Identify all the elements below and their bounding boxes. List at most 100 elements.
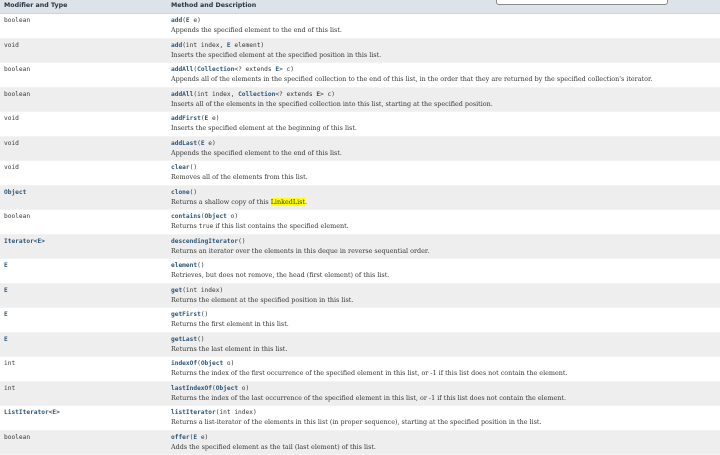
- description-text: Appends the specified element to the end…: [171, 26, 342, 34]
- table-row: Object clone() Returns a shallow copy of t…: [0, 185, 720, 210]
- method-description: Removes all of the elements from this li…: [170, 171, 720, 181]
- return-type: void: [4, 139, 19, 147]
- signature-text: e): [208, 115, 220, 122]
- method-description: Appends all of the elements in the speci…: [170, 73, 720, 83]
- method-name-link[interactable]: addAll: [171, 66, 193, 73]
- description-text: Returns a list-iterator of the elements …: [171, 418, 542, 426]
- type-link[interactable]: Object: [216, 385, 238, 392]
- method-description: Adds the specified element as the tail (…: [170, 441, 720, 451]
- description-text: if this list contains the specified elem…: [213, 222, 349, 230]
- return-type-link[interactable]: Object: [0, 186, 170, 196]
- table-row: boolean addAll(Collection<? extends E> c)…: [0, 62, 720, 88]
- description-text: .: [304, 197, 308, 206]
- description-text: Inserts the specified element at the spe…: [171, 50, 382, 59]
- method-description-cell: descendingIterator() Returns an iterator …: [170, 234, 720, 259]
- method-signature: addAll(int index, Collection<? extends E…: [170, 88, 720, 98]
- table-row: EgetLast() Returns the last element in th…: [0, 332, 720, 357]
- method-description-cell: addLast(E e) Appends the specified elemen…: [170, 136, 720, 161]
- method-description: Inserts the specified element at the beg…: [170, 122, 720, 132]
- return-type: int: [4, 384, 16, 392]
- modifier-type-cell: void: [0, 136, 170, 161]
- return-type-link[interactable]: E: [0, 259, 170, 269]
- modifier-type-cell: E: [0, 307, 170, 333]
- type-link[interactable]: Object: [205, 213, 227, 220]
- signature-text: o): [226, 213, 239, 220]
- method-description: Returns a list-iterator of the elements …: [170, 416, 720, 426]
- method-description: Returns the index of the last occurrence…: [170, 392, 720, 402]
- method-description-cell: getLast() Returns the last element in thi…: [170, 332, 720, 357]
- return-type-link[interactable]: E: [0, 284, 170, 294]
- signature-text: <? extends: [275, 90, 317, 98]
- return-type-link[interactable]: ListIterator<E>: [0, 406, 170, 416]
- return-type-link[interactable]: Iterator<E>: [0, 235, 170, 245]
- method-name-link[interactable]: element: [171, 262, 197, 269]
- signature-text: (int index,: [182, 41, 227, 49]
- code-text: true: [198, 223, 214, 230]
- modifier-type-cell: boolean: [0, 209, 170, 235]
- method-name-link[interactable]: addLast: [171, 140, 197, 147]
- modifier-type-cell: boolean: [0, 13, 170, 39]
- method-name-link[interactable]: addAll: [171, 91, 193, 98]
- table-row: int lastIndexOf(Object o) Returns the inde…: [0, 381, 720, 406]
- method-description: Returns the last element in this list.: [170, 343, 720, 353]
- method-signature: getLast(): [170, 333, 720, 343]
- method-name-link[interactable]: listIterator: [171, 409, 216, 416]
- modifier-type-cell: int: [0, 356, 170, 382]
- method-name-link[interactable]: getLast: [171, 336, 197, 343]
- description-text: Inserts all of the elements in the speci…: [171, 99, 493, 108]
- highlighted-text: LinkedList: [270, 197, 305, 206]
- return-type: boolean: [4, 90, 31, 98]
- description-text: Removes all of the elements from this li…: [171, 173, 308, 181]
- modifier-type-cell: Object: [0, 185, 170, 210]
- method-name-link[interactable]: addFirst: [171, 115, 201, 122]
- column-header-modifier-type: Modifier and Type: [0, 0, 170, 14]
- method-name-link[interactable]: add: [171, 17, 182, 24]
- method-name-link[interactable]: clear: [171, 164, 190, 171]
- method-name-link[interactable]: contains: [171, 213, 201, 220]
- method-name-link[interactable]: add: [171, 42, 182, 49]
- type-link[interactable]: Collection: [238, 91, 275, 98]
- method-name-link[interactable]: get: [171, 287, 182, 294]
- signature-text: > c): [320, 90, 335, 98]
- method-description-cell: contains(Object o) Returns true if this l…: [170, 209, 720, 235]
- description-text: Appends the specified element to the end…: [171, 148, 342, 157]
- table-row: void add(int index, E element) Inserts the…: [0, 38, 720, 63]
- method-description-cell: clear() Removes all of the elements from …: [170, 160, 720, 186]
- type-link[interactable]: Object: [201, 360, 223, 367]
- description-text: Returns the element at the specified pos…: [171, 295, 354, 304]
- description-text: Returns an iterator over the elements in…: [171, 246, 430, 255]
- type-link[interactable]: Collection: [197, 66, 234, 73]
- table-row: void clear() Removes all of the elements f…: [0, 160, 720, 186]
- modifier-type-cell: int: [0, 381, 170, 406]
- method-name-link[interactable]: descendingIterator: [171, 238, 238, 245]
- method-signature: addAll(Collection<? extends E> c): [170, 63, 720, 73]
- description-text: Inserts the specified element at the beg…: [171, 124, 357, 132]
- search-input[interactable]: [496, 0, 668, 5]
- method-description-cell: listIterator(int index) Returns a list-it…: [170, 405, 720, 431]
- signature-text: e): [197, 433, 209, 441]
- method-name-link[interactable]: offer: [171, 434, 190, 441]
- table-row: Iterator<E> descendingIterator() Returns a…: [0, 234, 720, 259]
- modifier-type-cell: Iterator<E>: [0, 234, 170, 259]
- description-text: Returns the index of the first occurrenc…: [171, 369, 568, 377]
- return-type: int: [4, 360, 16, 367]
- table-row: void addFirst(E e) Inserts the specified e…: [0, 111, 720, 137]
- signature-text: (): [197, 262, 205, 269]
- signature-text: (): [200, 311, 209, 318]
- method-name-link[interactable]: lastIndexOf: [171, 385, 212, 392]
- method-description-cell: addAll(Collection<? extends E> c) Appends…: [170, 62, 720, 88]
- return-type-link[interactable]: E: [0, 308, 170, 318]
- table-row: Eget(int index) Returns the element at th…: [0, 283, 720, 308]
- method-description: Inserts all of the elements in the speci…: [170, 98, 720, 108]
- modifier-type-cell: boolean: [0, 430, 170, 455]
- return-type-link[interactable]: E: [0, 333, 170, 343]
- method-name-link[interactable]: clone: [171, 189, 190, 196]
- description-text: Returns the last element in this list.: [171, 344, 288, 353]
- method-signature: contains(Object o): [170, 210, 720, 220]
- modifier-type-cell: ListIterator<E>: [0, 405, 170, 431]
- signature-text: (int index,: [193, 90, 239, 98]
- table-row: ListIterator<E> listIterator(int index) Re…: [0, 405, 720, 431]
- table-row: boolean addAll(int index, Collection<? ex…: [0, 87, 720, 112]
- method-name-link[interactable]: getFirst: [171, 311, 201, 318]
- method-name-link[interactable]: indexOf: [171, 360, 197, 367]
